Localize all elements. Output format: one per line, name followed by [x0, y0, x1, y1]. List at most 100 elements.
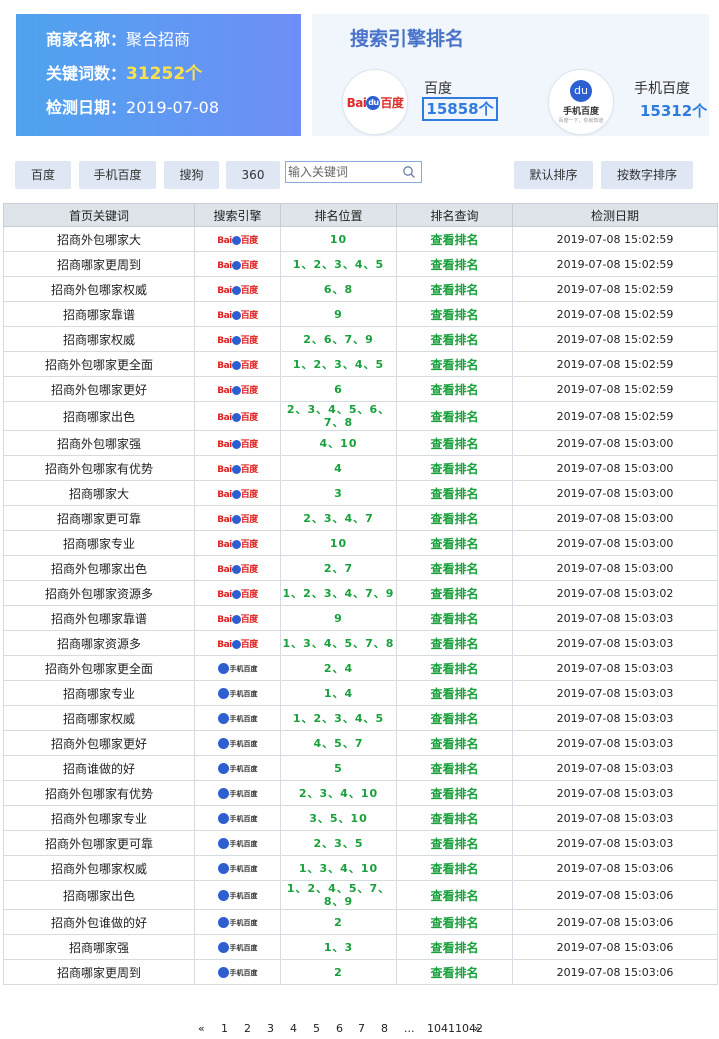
- view-rank-link[interactable]: 查看排名: [396, 830, 513, 856]
- view-rank-link[interactable]: 查看排名: [396, 705, 513, 731]
- mobile-baidu-logo-icon: 手机百度: [217, 688, 258, 699]
- keyword-search-input[interactable]: [286, 162, 400, 182]
- page-link[interactable]: 7: [358, 1022, 365, 1035]
- table-row: 招商哪家更周到 Bai 百度 1、2、3、4、5 查看排名 2019-07-08 15:0…: [3, 251, 718, 277]
- table-row: 招商哪家权威 Bai 百度 2、6、7、9 查看排名 2019-07-08 15:02:5…: [3, 326, 718, 352]
- rank-position-cell: 2、3、5: [280, 830, 397, 856]
- engine-filter-baidu[interactable]: 百度: [15, 161, 71, 189]
- view-rank-link[interactable]: 查看排名: [396, 580, 513, 606]
- rank-position-cell: 2、4: [280, 655, 397, 681]
- check-date-cell: 2019-07-08 15:02:59: [512, 251, 718, 277]
- prev-page-link[interactable]: «: [198, 1022, 205, 1035]
- view-rank-link[interactable]: 查看排名: [396, 430, 513, 456]
- next-page-link[interactable]: »: [474, 1022, 481, 1035]
- check-date-cell: 2019-07-08 15:02:59: [512, 376, 718, 402]
- column-header-date[interactable]: 检测日期: [512, 203, 718, 227]
- rank-position-cell: 2、7: [280, 555, 397, 581]
- page-link[interactable]: 3: [267, 1022, 274, 1035]
- page-link[interactable]: 5: [313, 1022, 320, 1035]
- table-row: 招商外包哪家出色 Bai 百度 2、7 查看排名 2019-07-08 15:03:00: [3, 555, 718, 581]
- keyword-cell: 招商哪家权威: [3, 705, 195, 731]
- page-link[interactable]: 6: [336, 1022, 343, 1035]
- page-link[interactable]: 4: [290, 1022, 297, 1035]
- view-rank-link[interactable]: 查看排名: [396, 805, 513, 831]
- keyword-cell: 招商外包哪家更全面: [3, 655, 195, 681]
- rank-position-cell: 3: [280, 480, 397, 506]
- view-rank-link[interactable]: 查看排名: [396, 934, 513, 960]
- engine-cell: 手机百度: [194, 730, 281, 756]
- view-rank-link[interactable]: 查看排名: [396, 226, 513, 252]
- page-link[interactable]: 1: [221, 1022, 228, 1035]
- baidu-logo-icon: Bai 百度: [217, 515, 258, 525]
- view-rank-link[interactable]: 查看排名: [396, 351, 513, 377]
- merchant-name-row: 商家名称：聚合招商: [46, 26, 301, 60]
- mobile-baidu-count[interactable]: 15312个: [640, 100, 707, 121]
- baidu-logo-icon: Bai du 百度: [346, 95, 404, 110]
- view-rank-link[interactable]: 查看排名: [396, 780, 513, 806]
- view-rank-link[interactable]: 查看排名: [396, 730, 513, 756]
- view-rank-link[interactable]: 查看排名: [396, 401, 513, 431]
- engine-cell: Bai 百度: [194, 630, 281, 656]
- keyword-count-row: 关键词数：31252个: [46, 60, 301, 94]
- sort-default-button[interactable]: 默认排序: [514, 161, 593, 189]
- view-rank-link[interactable]: 查看排名: [396, 959, 513, 985]
- view-rank-link[interactable]: 查看排名: [396, 326, 513, 352]
- view-rank-link[interactable]: 查看排名: [396, 505, 513, 531]
- view-rank-link[interactable]: 查看排名: [396, 530, 513, 556]
- engine-filter-360[interactable]: 360: [226, 161, 280, 189]
- table-row: 招商外包哪家强 Bai 百度 4、10 查看排名 2019-07-08 15:03:00: [3, 430, 718, 456]
- view-rank-link[interactable]: 查看排名: [396, 376, 513, 402]
- view-rank-link[interactable]: 查看排名: [396, 755, 513, 781]
- view-rank-link[interactable]: 查看排名: [396, 680, 513, 706]
- column-header-position[interactable]: 排名位置: [280, 203, 397, 227]
- column-header-engine[interactable]: 搜索引擎: [194, 203, 281, 227]
- ranking-table: 首页关键词 搜索引擎 排名位置 排名查询 检测日期 招商外包哪家大 Bai 百度 10…: [3, 203, 718, 985]
- view-rank-link[interactable]: 查看排名: [396, 480, 513, 506]
- view-rank-link[interactable]: 查看排名: [396, 655, 513, 681]
- rank-position-cell: 1、2、3、4、5: [280, 251, 397, 277]
- engine-cell: Bai 百度: [194, 480, 281, 506]
- baidu-count[interactable]: 15858个: [422, 97, 498, 121]
- rank-position-cell: 2、3、4、5、6、7、8: [280, 401, 397, 431]
- view-rank-link[interactable]: 查看排名: [396, 555, 513, 581]
- table-row: 招商哪家强 手机百度 1、3 查看排名 2019-07-08 15:03:06: [3, 934, 718, 960]
- rank-position-cell: 4、5、7: [280, 730, 397, 756]
- keyword-cell: 招商外包哪家权威: [3, 855, 195, 881]
- column-header-keyword[interactable]: 首页关键词: [3, 203, 195, 227]
- view-rank-link[interactable]: 查看排名: [396, 301, 513, 327]
- view-rank-link[interactable]: 查看排名: [396, 276, 513, 302]
- check-date-cell: 2019-07-08 15:03:00: [512, 455, 718, 481]
- baidu-logo-icon: Bai 百度: [217, 465, 258, 475]
- table-header-row: 首页关键词 搜索引擎 排名位置 排名查询 检测日期: [3, 203, 718, 227]
- check-date-cell: 2019-07-08 15:03:03: [512, 705, 718, 731]
- view-rank-link[interactable]: 查看排名: [396, 880, 513, 910]
- keyword-cell: 招商外包哪家强: [3, 430, 195, 456]
- merchant-info-card: 商家名称：聚合招商 关键词数：31252个 检测日期：2019-07-08: [16, 14, 301, 136]
- check-date-cell: 2019-07-08 15:02:59: [512, 276, 718, 302]
- engine-cell: Bai 百度: [194, 580, 281, 606]
- engine-cell: Bai 百度: [194, 376, 281, 402]
- search-icon[interactable]: [402, 165, 416, 179]
- engine-cell: Bai 百度: [194, 351, 281, 377]
- sort-by-number-button[interactable]: 按数字排序: [601, 161, 693, 189]
- view-rank-link[interactable]: 查看排名: [396, 251, 513, 277]
- rank-position-cell: 2、6、7、9: [280, 326, 397, 352]
- page-link[interactable]: 8: [381, 1022, 388, 1035]
- page-link[interactable]: 2: [244, 1022, 251, 1035]
- baidu-logo-icon: Bai 百度: [217, 490, 258, 500]
- view-rank-link[interactable]: 查看排名: [396, 455, 513, 481]
- engine-filter-mobile-baidu[interactable]: 手机百度: [79, 161, 156, 189]
- engine-filter-sogou[interactable]: 搜狗: [164, 161, 219, 189]
- table-row: 招商哪家权威 手机百度 1、2、3、4、5 查看排名 2019-07-08 15:03:…: [3, 705, 718, 731]
- keyword-count-value: 31252个: [126, 64, 203, 84]
- column-header-query[interactable]: 排名查询: [396, 203, 513, 227]
- table-row: 招商哪家资源多 Bai 百度 1、3、4、5、7、8 查看排名 2019-07-08 15…: [3, 630, 718, 656]
- view-rank-link[interactable]: 查看排名: [396, 630, 513, 656]
- rank-position-cell: 1、3: [280, 934, 397, 960]
- view-rank-link[interactable]: 查看排名: [396, 855, 513, 881]
- rank-position-cell: 10: [280, 226, 397, 252]
- view-rank-link[interactable]: 查看排名: [396, 909, 513, 935]
- keyword-cell: 招商谁做的好: [3, 755, 195, 781]
- view-rank-link[interactable]: 查看排名: [396, 605, 513, 631]
- keyword-cell: 招商外包哪家更全面: [3, 351, 195, 377]
